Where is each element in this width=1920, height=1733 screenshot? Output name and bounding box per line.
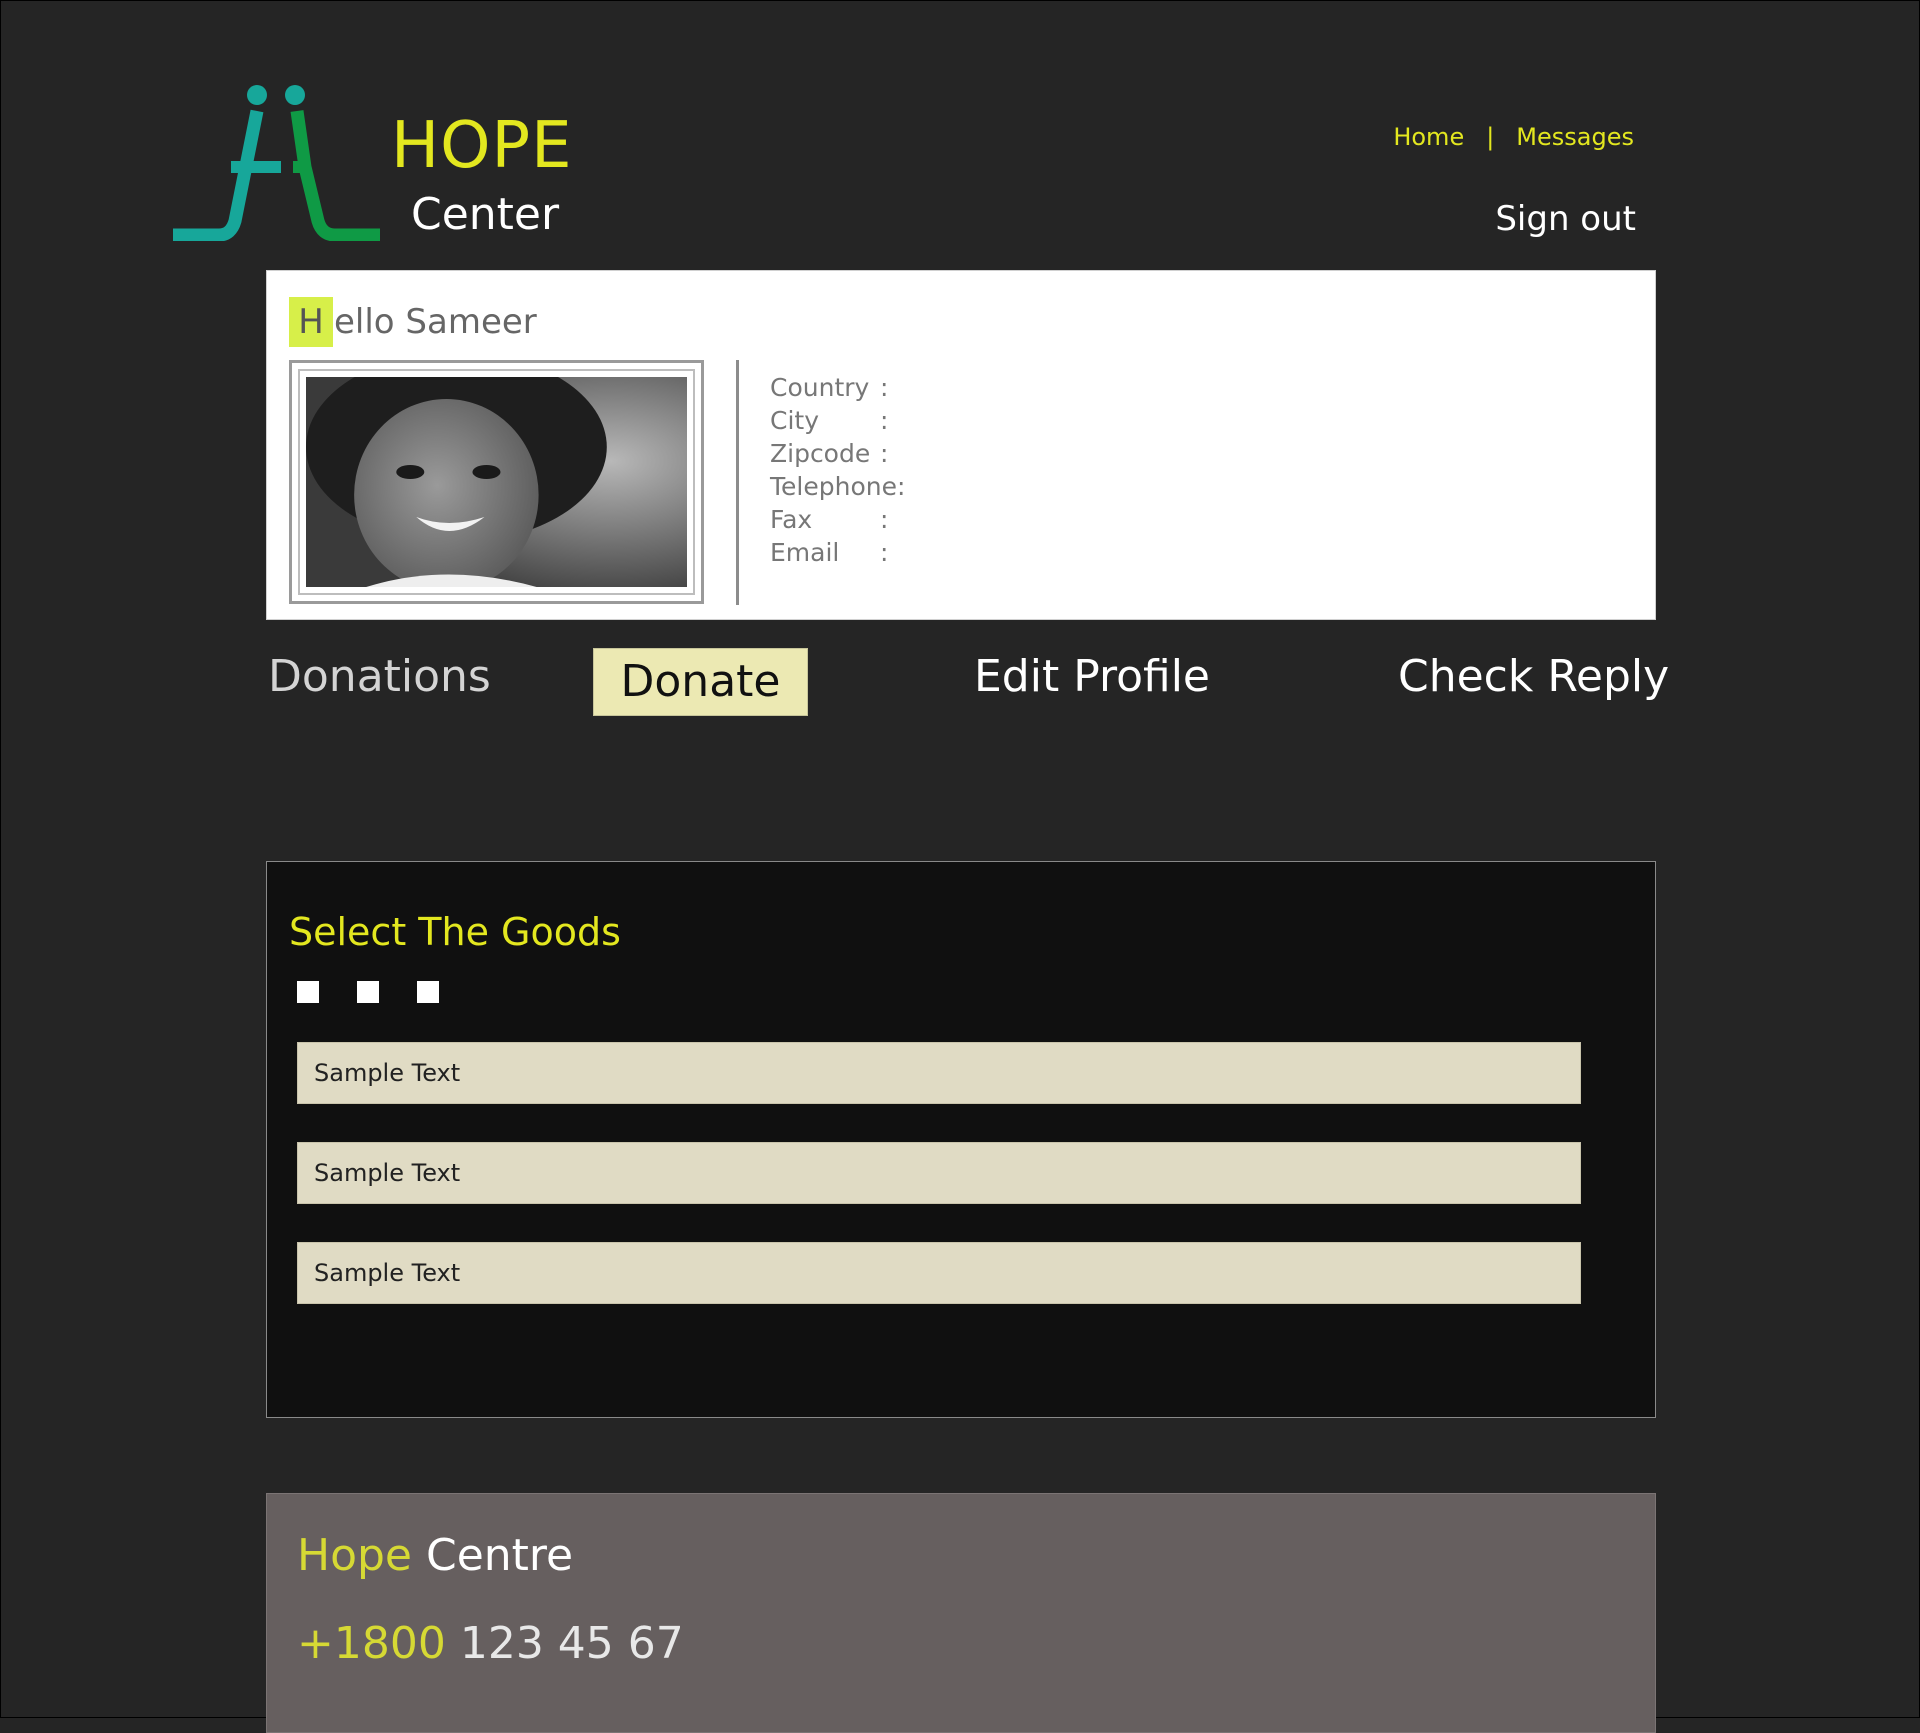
contact-colon: :	[880, 439, 889, 468]
brand-name: HOPE	[391, 109, 573, 183]
goods-field-1[interactable]	[297, 1042, 1581, 1104]
contact-label: City	[770, 406, 819, 435]
footer-brand-highlight: Hope	[297, 1530, 413, 1581]
footer-phone-prefix: +1800	[297, 1618, 446, 1669]
contact-row-country: Country:	[770, 371, 888, 404]
footer-brand-rest: Centre	[412, 1530, 574, 1581]
goods-field-3[interactable]	[297, 1242, 1581, 1304]
greeting-initial: H	[289, 297, 333, 347]
goods-field-2[interactable]	[297, 1142, 1581, 1204]
select-goods-panel: Select The Goods	[266, 861, 1656, 1418]
goods-checkbox-3[interactable]	[417, 981, 439, 1003]
footer: Hope Centre +1800 123 45 67	[266, 1493, 1656, 1733]
contact-label: Email	[770, 538, 840, 567]
contact-label: Fax	[770, 505, 813, 534]
profile-photo-frame	[289, 360, 704, 604]
hope-center-logo-icon[interactable]	[173, 81, 383, 241]
child-portrait-photo	[306, 377, 687, 587]
brand-subtitle: Center	[411, 189, 560, 240]
goods-checkbox-2[interactable]	[357, 981, 379, 1003]
check-reply-link[interactable]: Check Reply	[1398, 655, 1669, 699]
footer-phone-number: 123 45 67	[445, 1618, 684, 1669]
card-divider	[736, 360, 739, 605]
profile-photo[interactable]	[298, 369, 695, 595]
greeting-text: ello Sameer	[334, 302, 537, 342]
contact-row-fax: Fax:	[770, 503, 888, 536]
profile-card: Hello Sameer Country: City: Zipcode: …	[266, 270, 1656, 620]
nav-home-link[interactable]: Home	[1393, 123, 1464, 151]
donate-button[interactable]: Donate	[593, 648, 808, 716]
top-navigation: Home | Messages	[1381, 123, 1634, 151]
contact-label: Country	[770, 373, 870, 402]
contact-row-telephone: Telephone:	[770, 470, 906, 503]
contact-colon: :	[880, 373, 889, 402]
contact-row-zipcode: Zipcode:	[770, 437, 888, 470]
donations-link[interactable]: Donations	[268, 655, 491, 699]
contact-colon: :	[880, 406, 889, 435]
contact-label: Telephone:	[770, 472, 906, 501]
footer-phone: +1800 123 45 67	[297, 1618, 684, 1669]
contact-details: Country: City: Zipcode: Telephone: Fax: …	[770, 371, 906, 569]
goods-title: Select The Goods	[289, 910, 621, 954]
greeting: Hello Sameer	[289, 297, 537, 347]
contact-row-email: Email:	[770, 536, 888, 569]
edit-profile-link[interactable]: Edit Profile	[974, 655, 1210, 699]
footer-brand: Hope Centre	[297, 1530, 573, 1581]
goods-options	[297, 981, 439, 1003]
contact-row-city: City:	[770, 404, 888, 437]
contact-colon: :	[880, 538, 889, 567]
goods-checkbox-1[interactable]	[297, 981, 319, 1003]
nav-separator: |	[1486, 123, 1495, 151]
contact-colon: :	[880, 505, 889, 534]
sign-out-link[interactable]: Sign out	[1401, 199, 1636, 239]
contact-label: Zipcode	[770, 439, 871, 468]
nav-messages-link[interactable]: Messages	[1516, 123, 1634, 151]
